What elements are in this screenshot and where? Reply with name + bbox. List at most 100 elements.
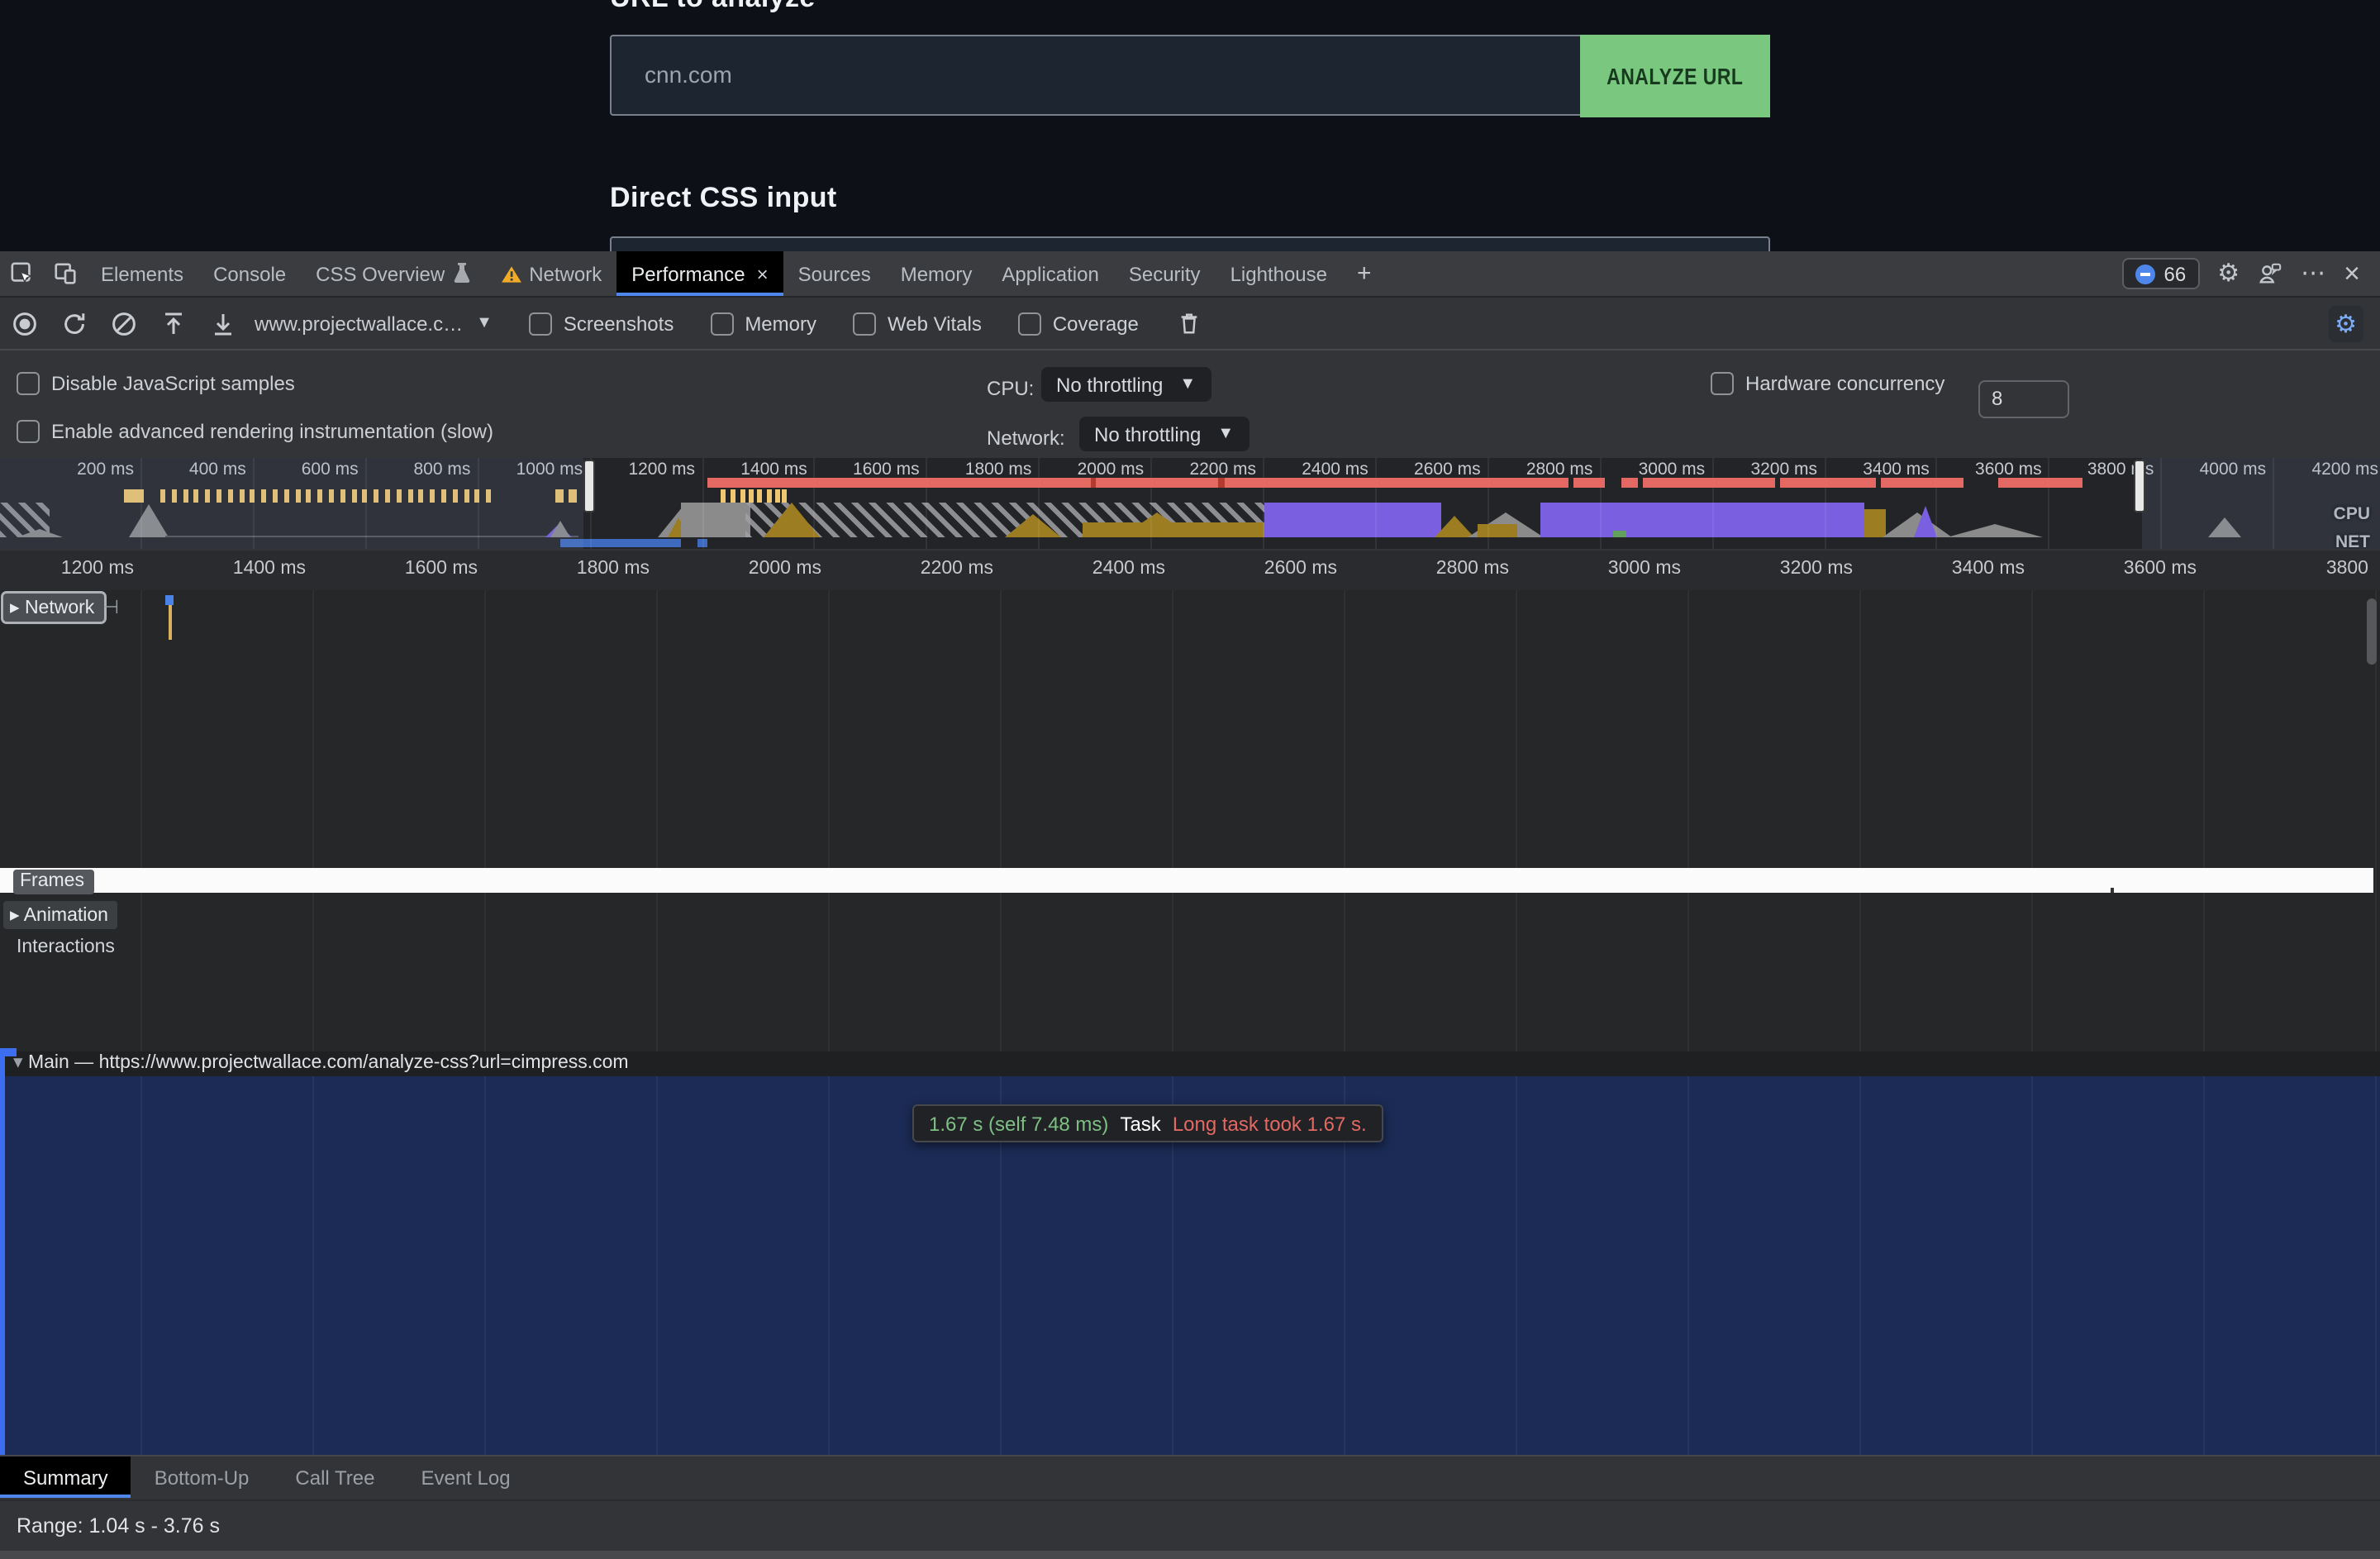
gridline <box>2031 590 2033 1051</box>
gridline <box>2375 1076 2377 1455</box>
tab-label: Application <box>1002 262 1098 285</box>
device-toolbar-icon[interactable] <box>43 251 86 296</box>
network-throttle-label: Network: <box>987 427 1065 450</box>
window-left-notch <box>0 1048 17 1056</box>
tab-label: Elements <box>101 262 183 285</box>
track-animation[interactable]: ▸ Animation <box>3 901 118 929</box>
gridline <box>828 1076 830 1455</box>
track-network[interactable]: ▸ Network <box>3 594 104 622</box>
bottom-tab-call-tree[interactable]: Call Tree <box>272 1456 397 1498</box>
ruler-tick-label: 1400 ms <box>233 559 306 579</box>
url-analyze-input[interactable]: cnn.com <box>610 35 1597 116</box>
issues-badge[interactable]: 66 <box>2123 258 2200 289</box>
track-interactions[interactable]: Interactions <box>17 937 115 957</box>
ruler-tick-label: 3200 ms <box>1780 559 1853 579</box>
window-handle-left[interactable] <box>583 460 595 513</box>
overview-grid-divider <box>1936 458 1938 549</box>
add-tab-button[interactable]: + <box>1342 251 1387 296</box>
record-icon[interactable] <box>0 310 50 336</box>
settings-gear-icon[interactable]: ⚙ <box>2217 261 2240 286</box>
bottom-tab-summary[interactable]: Summary <box>0 1456 131 1498</box>
tab-elements[interactable]: Elements <box>86 251 198 296</box>
memory-checkbox[interactable]: Memory <box>710 312 816 335</box>
track-frames-row[interactable] <box>0 868 2373 893</box>
overview-grid-divider <box>702 458 703 549</box>
coverage-checkbox[interactable]: Coverage <box>1018 312 1139 335</box>
webpage-background: URL to analyze cnn.com ANALYZE URL Direc… <box>0 0 2380 251</box>
cpu-throttle-select[interactable]: No throttling▼ <box>1041 367 1211 402</box>
cpu-activity-shape <box>681 503 750 537</box>
long-task-red-bar <box>1573 477 1605 487</box>
overview-dim-left <box>0 458 583 549</box>
direct-css-input-heading: Direct CSS input <box>610 182 837 215</box>
clear-icon[interactable] <box>99 310 149 336</box>
overview-grid-divider <box>1599 458 1601 549</box>
main-thread-header[interactable]: ▾ Main — https://www.projectwallace.com/… <box>0 1051 2380 1076</box>
close-devtools-icon[interactable]: × <box>2344 260 2360 288</box>
gridline <box>312 590 314 1051</box>
overview-grid-divider <box>1488 458 1489 549</box>
tab-performance[interactable]: Performance× <box>616 251 783 296</box>
analyze-url-button[interactable]: ANALYZE URL <box>1580 35 1770 117</box>
inspect-element-icon[interactable] <box>0 251 43 296</box>
chevron-right-icon: ▸ <box>10 598 25 618</box>
direct-css-textarea[interactable] <box>610 236 1770 251</box>
overview-event-tick <box>721 489 726 503</box>
history-dropdown[interactable]: www.projectwallace.c…▼ <box>255 312 493 335</box>
gridline <box>140 1076 142 1455</box>
capture-settings-gear-icon[interactable]: ⚙ <box>2328 305 2363 341</box>
tab-sources[interactable]: Sources <box>783 251 886 296</box>
url-to-analyze-heading: URL to analyze <box>610 0 816 15</box>
tab-lighthouse[interactable]: Lighthouse <box>1216 251 1342 296</box>
tab-network[interactable]: Network <box>486 251 616 296</box>
tab-security[interactable]: Security <box>1114 251 1216 296</box>
close-tab-icon[interactable]: × <box>757 262 769 285</box>
cpu-activity-shape <box>1947 524 2043 537</box>
devtools-tab-bar: Elements ConsoleCSS OverviewNetworkPerfor… <box>0 251 2380 298</box>
vertical-scrollbar-thumb[interactable] <box>2367 598 2377 665</box>
bottom-tab-strip: SummaryBottom-UpCall TreeEvent Log <box>0 1456 2380 1498</box>
gridline <box>828 590 830 1051</box>
tab-memory[interactable]: Memory <box>886 251 988 296</box>
cpu-activity-shape <box>1540 503 1864 537</box>
web-vitals-checkbox[interactable]: Web Vitals <box>853 312 982 335</box>
overview-grid-divider <box>1711 458 1713 549</box>
overview-grid-divider <box>2049 458 2050 549</box>
checkbox-icon <box>529 312 552 335</box>
reload-and-record-icon[interactable] <box>50 310 99 336</box>
disable-js-samples-checkbox[interactable]: Disable JavaScript samples <box>17 372 295 395</box>
window-handle-right[interactable] <box>2134 460 2145 513</box>
tab-css-overview[interactable]: CSS Overview <box>301 251 486 296</box>
long-task-red-bar <box>707 477 1568 487</box>
checkbox-icon <box>853 312 876 335</box>
chevron-down-icon: ▼ <box>1179 375 1196 393</box>
long-task-red-bar <box>1643 477 1775 487</box>
advanced-rendering-checkbox[interactable]: Enable advanced rendering instrumentatio… <box>17 420 493 443</box>
bottom-tab-event-log[interactable]: Event Log <box>397 1456 533 1498</box>
tab-console[interactable]: Console <box>198 251 301 296</box>
overview-grid-divider <box>1824 458 1825 549</box>
cpu-throttle-label: CPU: <box>987 377 1034 400</box>
load-profile-icon[interactable] <box>149 310 198 336</box>
network-throttle-select[interactable]: No throttling▼ <box>1079 417 1249 451</box>
gridline <box>484 590 486 1051</box>
screenshots-checkbox[interactable]: Screenshots <box>529 312 674 335</box>
hardware-concurrency-checkbox[interactable]: Hardware concurrency <box>1711 372 1944 395</box>
ruler-tick-label: 2800 ms <box>1436 559 1509 579</box>
chevron-down-icon: ▼ <box>476 314 493 332</box>
track-animation-label: Animation <box>24 906 108 926</box>
timeline-overview[interactable]: CPU NET 200 ms400 ms600 ms800 ms1000 ms1… <box>0 458 2380 549</box>
network-resize-icon[interactable]: ⊣ <box>102 595 119 618</box>
timeline-tracks: ▸ Network ⊣ Frames ▸ Animation Interacti… <box>0 590 2380 1051</box>
track-frames[interactable]: Frames <box>13 870 94 894</box>
more-options-icon[interactable]: ⋯ <box>2301 261 2325 286</box>
ruler-tick-label: 2600 ms <box>1264 559 1337 579</box>
hardware-concurrency-input[interactable]: 8 <box>1978 380 2069 418</box>
bottom-tab-bottom-up[interactable]: Bottom-Up <box>131 1456 273 1498</box>
timeline-ruler[interactable]: 1200 ms1400 ms1600 ms1800 ms2000 ms2200 … <box>0 551 2380 590</box>
save-profile-icon[interactable] <box>198 310 248 336</box>
tab-application[interactable]: Application <box>987 251 1113 296</box>
cpu-activity-shape <box>1264 503 1441 537</box>
feedback-person-icon[interactable] <box>2258 261 2282 286</box>
trash-icon[interactable] <box>1165 311 1215 336</box>
